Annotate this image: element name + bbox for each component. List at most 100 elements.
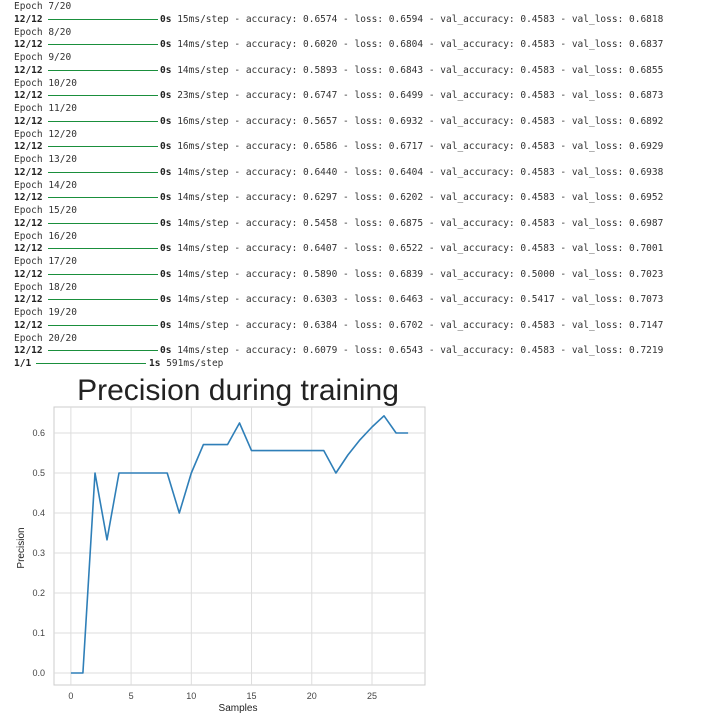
step-progress-line: 12/12 0s 16ms/step - accuracy: 0.5657 - l… [14, 115, 663, 128]
epoch-header: Epoch 14/20 [14, 179, 77, 191]
epoch-header: Epoch 7/20 [14, 1, 72, 12]
progress-bar [48, 350, 158, 352]
metrics-text: 14ms/step - accuracy: 0.6407 - loss: 0.6… [177, 243, 664, 255]
step-time: 0s [160, 90, 172, 102]
step-metrics: 0s 16ms/step - accuracy: 0.5657 - loss: … [160, 115, 663, 128]
progress-bar [48, 95, 158, 97]
predict-progress-line: 1/1 1s 591ms/step [14, 357, 223, 370]
step-count: 12/12 [14, 64, 43, 76]
metrics-text: 15ms/step - accuracy: 0.6574 - loss: 0.6… [177, 13, 664, 25]
step-count: 12/12 [14, 192, 43, 204]
step-count: 12/12 [14, 115, 43, 127]
metrics-text: 23ms/step - accuracy: 0.6747 - loss: 0.6… [177, 90, 664, 102]
metrics-text: 14ms/step - accuracy: 0.6297 - loss: 0.6… [177, 192, 664, 204]
epoch-header: Epoch 11/20 [14, 103, 77, 114]
metrics-text: 14ms/step - accuracy: 0.6020 - loss: 0.6… [177, 39, 664, 51]
step-time: 0s [160, 294, 172, 306]
step-metrics: 0s 14ms/step - accuracy: 0.6407 - loss: … [160, 242, 663, 255]
metrics-text: 16ms/step - accuracy: 0.5657 - loss: 0.6… [177, 115, 664, 127]
x-tick-label: 5 [129, 691, 134, 701]
epoch-header: Epoch 9/20 [14, 52, 72, 63]
step-progress-line: 12/12 0s 14ms/step - accuracy: 0.6020 - l… [14, 38, 663, 51]
step-time: 0s [160, 39, 172, 51]
step-count: 12/12 [14, 243, 43, 255]
epoch-header: Epoch 18/20 [14, 281, 77, 293]
step-progress-line: 12/12 0s 14ms/step - accuracy: 0.5893 - l… [14, 64, 663, 77]
metrics-text: 14ms/step - accuracy: 0.5893 - loss: 0.6… [177, 64, 664, 76]
metrics-text: 14ms/step - accuracy: 0.5890 - loss: 0.6… [177, 268, 664, 280]
epoch-header: Epoch 16/20 [14, 230, 77, 242]
step-progress-line: 12/12 0s 14ms/step - accuracy: 0.6407 - l… [14, 242, 663, 255]
step-time: 0s [160, 217, 172, 229]
epoch-header: Epoch 15/20 [14, 205, 77, 216]
step-count: 12/12 [14, 217, 43, 229]
y-tick-label: 0.4 [32, 508, 45, 518]
step-progress-line: 12/12 0s 14ms/step - accuracy: 0.6079 - l… [14, 344, 663, 357]
progress-bar [48, 324, 158, 326]
y-tick-label: 0.5 [32, 468, 45, 478]
step-count: 1/1 [14, 358, 32, 369]
progress-bar [48, 69, 158, 71]
step-metrics: 0s 14ms/step - accuracy: 0.5458 - loss: … [160, 217, 663, 230]
x-tick-label: 25 [367, 691, 377, 701]
metrics-text: 14ms/step - accuracy: 0.6384 - loss: 0.6… [177, 319, 664, 331]
step-progress-line: 12/12 0s 14ms/step - accuracy: 0.5890 - l… [14, 268, 663, 281]
step-count: 12/12 [14, 268, 43, 280]
metrics-text: 14ms/step - accuracy: 0.6079 - loss: 0.6… [177, 345, 664, 357]
step-metrics: 0s 14ms/step - accuracy: 0.5890 - loss: … [160, 268, 663, 281]
y-tick-label: 0.1 [32, 628, 45, 638]
step-time: 1s [149, 358, 161, 369]
step-count: 12/12 [14, 294, 43, 306]
progress-bar [36, 363, 146, 365]
step-progress-line: 12/12 0s 14ms/step - accuracy: 0.6384 - l… [14, 319, 663, 332]
metrics-text: 14ms/step - accuracy: 0.6303 - loss: 0.6… [177, 294, 664, 306]
progress-bar [48, 146, 158, 148]
progress-bar [48, 222, 158, 224]
progress-bar [48, 120, 158, 122]
step-count: 12/12 [14, 319, 43, 331]
step-time: 0s [160, 319, 172, 331]
x-tick-label: 20 [307, 691, 317, 701]
step-progress-line: 12/12 0s 14ms/step - accuracy: 0.5458 - l… [14, 217, 663, 230]
step-time: 0s [160, 345, 172, 357]
y-tick-label: 0.2 [32, 588, 45, 598]
x-tick-label: 0 [68, 691, 73, 701]
step-metrics: 0s 14ms/step - accuracy: 0.6440 - loss: … [160, 166, 663, 179]
epoch-header: Epoch 17/20 [14, 256, 77, 267]
step-time: 0s [160, 268, 172, 280]
step-metrics: 0s 15ms/step - accuracy: 0.6574 - loss: … [160, 13, 663, 26]
epoch-header: Epoch 13/20 [14, 154, 77, 165]
epoch-header: Epoch 20/20 [14, 332, 77, 344]
epoch-header: Epoch 19/20 [14, 307, 77, 318]
progress-bar [48, 44, 158, 46]
step-count: 12/12 [14, 345, 43, 357]
step-progress-line: 12/12 0s 14ms/step - accuracy: 0.6303 - l… [14, 293, 663, 306]
x-tick-label: 15 [247, 691, 257, 701]
progress-bar [48, 197, 158, 199]
step-progress-line: 12/12 0s 23ms/step - accuracy: 0.6747 - l… [14, 89, 663, 102]
epoch-header: Epoch 12/20 [14, 128, 77, 140]
y-tick-label: 0.6 [32, 428, 45, 438]
step-metrics: 0s 16ms/step - accuracy: 0.6586 - loss: … [160, 140, 663, 153]
step-count: 12/12 [14, 39, 43, 51]
step-count: 12/12 [14, 13, 43, 25]
step-metrics: 0s 14ms/step - accuracy: 0.6303 - loss: … [160, 293, 663, 306]
chart-title: Precision during training [77, 374, 399, 407]
epoch-header: Epoch 8/20 [14, 26, 72, 38]
step-time: 0s [160, 243, 172, 255]
step-count: 12/12 [14, 141, 43, 153]
epoch-header: Epoch 10/20 [14, 77, 77, 89]
plot-area: 0 5 10 15 20 25 0.0 0.1 0.2 0.3 0.4 0.5 0.6 [32, 406, 426, 701]
step-metrics: 0s 23ms/step - accuracy: 0.6747 - loss: … [160, 89, 663, 102]
step-metrics: 0s 14ms/step - accuracy: 0.6079 - loss: … [160, 344, 663, 357]
step-progress-line: 12/12 0s 16ms/step - accuracy: 0.6586 - l… [14, 140, 663, 153]
step-progress-line: 12/12 0s 15ms/step - accuracy: 0.6574 - l… [14, 13, 663, 26]
progress-bar [48, 299, 158, 301]
metrics-text: 591ms/step [166, 358, 224, 369]
step-progress-line: 12/12 0s 14ms/step - accuracy: 0.6297 - l… [14, 191, 663, 204]
y-tick-label: 0.0 [32, 668, 45, 678]
progress-bar [48, 18, 158, 20]
step-count: 12/12 [14, 166, 43, 178]
step-count: 12/12 [14, 90, 43, 102]
step-time: 0s [160, 13, 172, 25]
